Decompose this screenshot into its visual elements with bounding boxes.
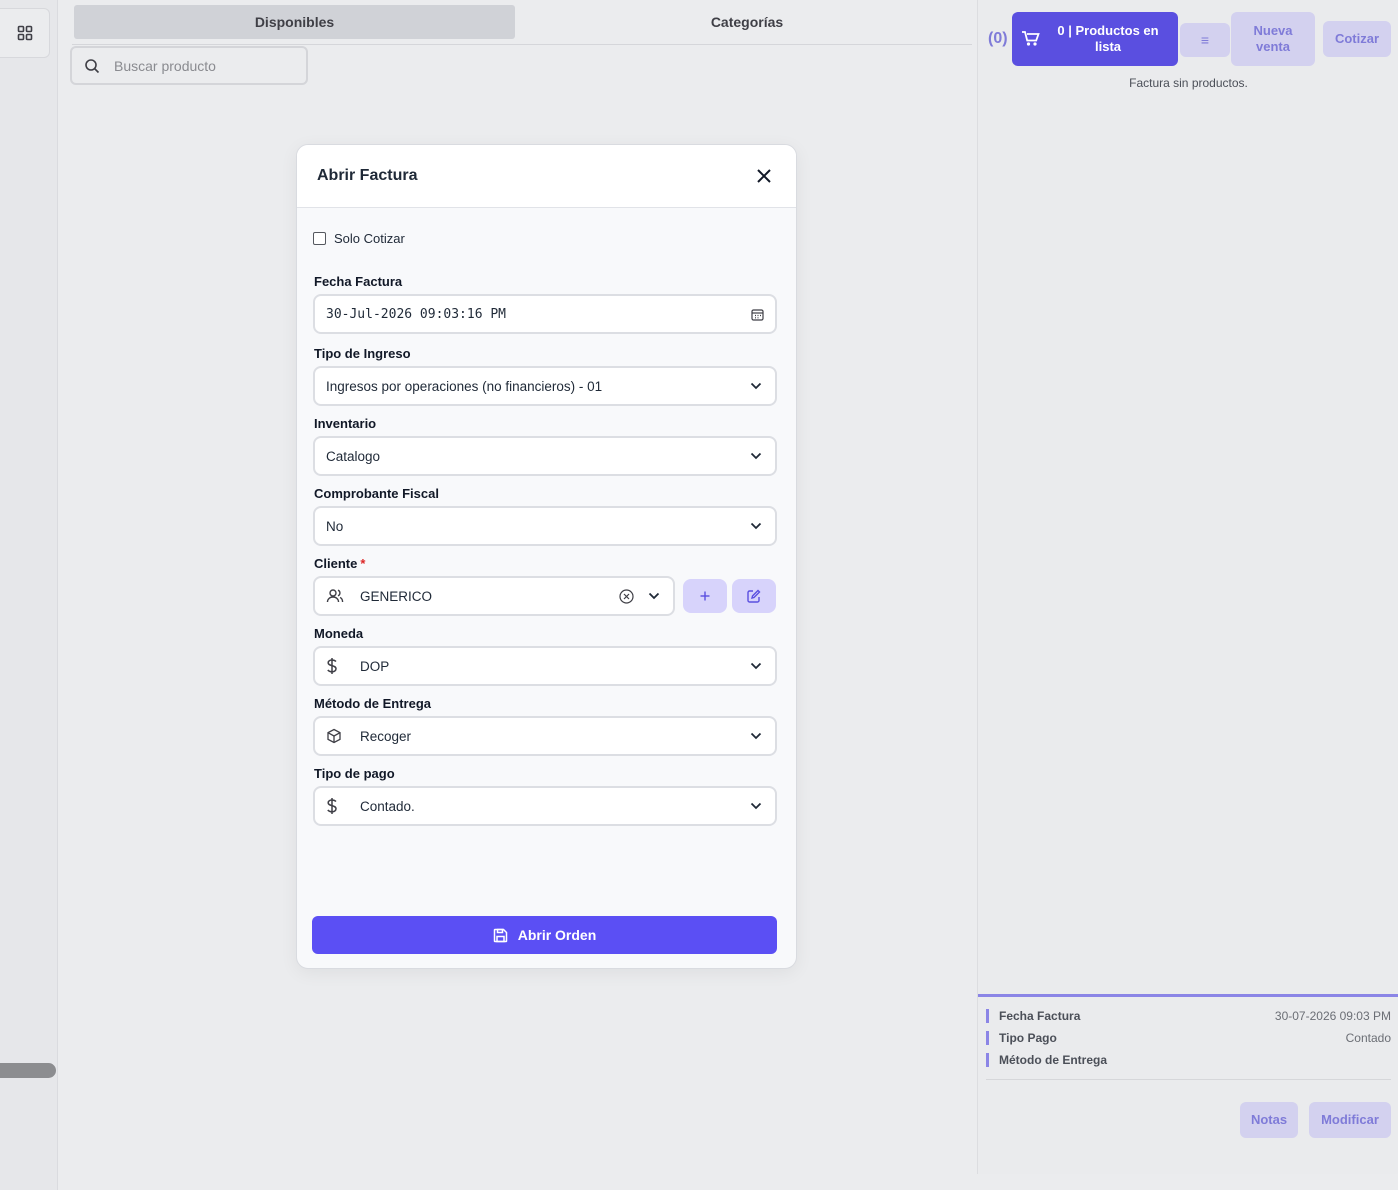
summary-value: Contado <box>1345 1031 1391 1045</box>
only-quote-checkbox[interactable]: Solo Cotizar <box>313 231 405 246</box>
left-rail <box>0 0 58 1190</box>
modify-button[interactable]: Modificar <box>1309 1102 1391 1138</box>
summary-value: 30-07-2026 09:03 PM <box>1274 1009 1391 1023</box>
save-icon <box>493 928 508 943</box>
required-mark: * <box>360 556 366 571</box>
date-field[interactable]: 30-Jul-2026 09:03:16 PM <box>313 294 777 334</box>
chevron-down-icon <box>748 658 764 674</box>
income-type-value: Ingresos por operaciones (no financieros… <box>326 378 603 394</box>
currency-value: DOP <box>360 658 390 674</box>
close-button[interactable] <box>752 164 776 188</box>
search-icon <box>85 58 100 73</box>
date-label: Fecha Factura <box>314 274 403 289</box>
fiscal-voucher-select[interactable]: No <box>313 506 777 546</box>
summary-key: Fecha Factura <box>986 1009 1080 1023</box>
currency-label: Moneda <box>314 626 364 641</box>
delivery-method-value: Recoger <box>360 728 412 744</box>
add-client-button[interactable] <box>683 579 727 613</box>
only-quote-label: Solo Cotizar <box>334 231 405 246</box>
empty-invoice-text: Factura sin productos. <box>1129 76 1248 90</box>
date-value: 30-Jul-2026 09:03:16 PM <box>326 306 507 322</box>
quote-button[interactable]: Cotizar <box>1323 21 1391 57</box>
client-label: Cliente * <box>314 556 365 571</box>
cart-button[interactable]: 0 | Productos en lista <box>1012 12 1178 66</box>
client-value: GENERICO <box>360 588 433 604</box>
income-type-select[interactable]: Ingresos por operaciones (no financieros… <box>313 366 777 406</box>
open-order-button[interactable]: Abrir Orden <box>312 916 777 954</box>
inventory-label: Inventario <box>314 416 377 431</box>
open-order-label: Abrir Orden <box>517 927 597 943</box>
summary-key: Método de Entrega <box>986 1053 1107 1067</box>
chevron-down-icon <box>748 518 764 534</box>
cart-icon <box>1022 31 1040 46</box>
clear-icon[interactable] <box>619 588 634 604</box>
cart-label: 0 | Productos en lista <box>1057 23 1159 54</box>
chevron-down-icon <box>646 588 662 604</box>
tab-disponibles[interactable]: Disponibles <box>74 5 515 39</box>
currency-select[interactable]: DOP <box>313 646 777 686</box>
rail-scrollbar[interactable] <box>0 1063 56 1078</box>
payment-type-select[interactable]: Contado. <box>313 786 777 826</box>
fiscal-voucher-label: Comprobante Fiscal <box>314 486 439 501</box>
summary-row: Fecha Factura 30-07-2026 09:03 PM <box>986 1005 1391 1027</box>
notes-button[interactable]: Notas <box>1240 1102 1298 1138</box>
summary-row: Método de Entrega <box>986 1049 1391 1071</box>
plus-icon <box>700 591 710 601</box>
grid-icon <box>17 25 32 41</box>
chevron-down-icon <box>748 798 764 814</box>
package-icon <box>326 728 348 744</box>
payment-type-value: Contado. <box>360 798 415 814</box>
edit-icon <box>747 589 761 603</box>
product-tabs: Disponibles Categorías <box>72 5 972 45</box>
invoice-summary: Fecha Factura 30-07-2026 09:03 PM Tipo P… <box>978 994 1398 1080</box>
modal-header: Abrir Factura <box>297 145 796 208</box>
users-icon <box>326 588 348 604</box>
apps-grid-button[interactable] <box>0 8 50 58</box>
search-box <box>70 46 308 85</box>
chevron-down-icon <box>748 378 764 394</box>
list-button[interactable]: ≡ <box>1180 23 1230 57</box>
search-input[interactable] <box>114 57 284 74</box>
open-invoice-modal: Abrir Factura Solo Cotizar Fecha Factura… <box>296 144 797 969</box>
delivery-method-label: Método de Entrega <box>314 696 432 711</box>
tab-categorias[interactable]: Categorías <box>522 5 972 39</box>
income-type-label: Tipo de Ingreso <box>314 346 411 361</box>
inventory-select[interactable]: Catalogo <box>313 436 777 476</box>
cart-panel: (0) 0 | Productos en lista ≡ Nueva venta… <box>977 0 1398 1174</box>
client-label-text: Cliente <box>314 556 358 571</box>
client-select[interactable]: GENERICO <box>313 576 675 616</box>
chevron-down-icon <box>748 728 764 744</box>
summary-divider <box>986 1079 1391 1080</box>
close-icon <box>757 169 771 183</box>
payment-type-label: Tipo de pago <box>314 766 395 781</box>
cart-count: (0) <box>988 30 1008 47</box>
calendar-icon[interactable] <box>751 308 764 321</box>
edit-client-button[interactable] <box>732 579 776 613</box>
chevron-down-icon <box>748 448 764 464</box>
fiscal-voucher-value: No <box>326 518 344 534</box>
summary-key: Tipo Pago <box>986 1031 1057 1045</box>
checkbox[interactable] <box>313 232 326 245</box>
dollar-icon <box>326 797 348 815</box>
new-sale-button[interactable]: Nueva venta <box>1231 12 1315 66</box>
dollar-icon <box>326 657 348 675</box>
delivery-method-select[interactable]: Recoger <box>313 716 777 756</box>
inventory-value: Catalogo <box>326 448 381 464</box>
summary-row: Tipo Pago Contado <box>986 1027 1391 1049</box>
modal-title: Abrir Factura <box>317 167 418 184</box>
